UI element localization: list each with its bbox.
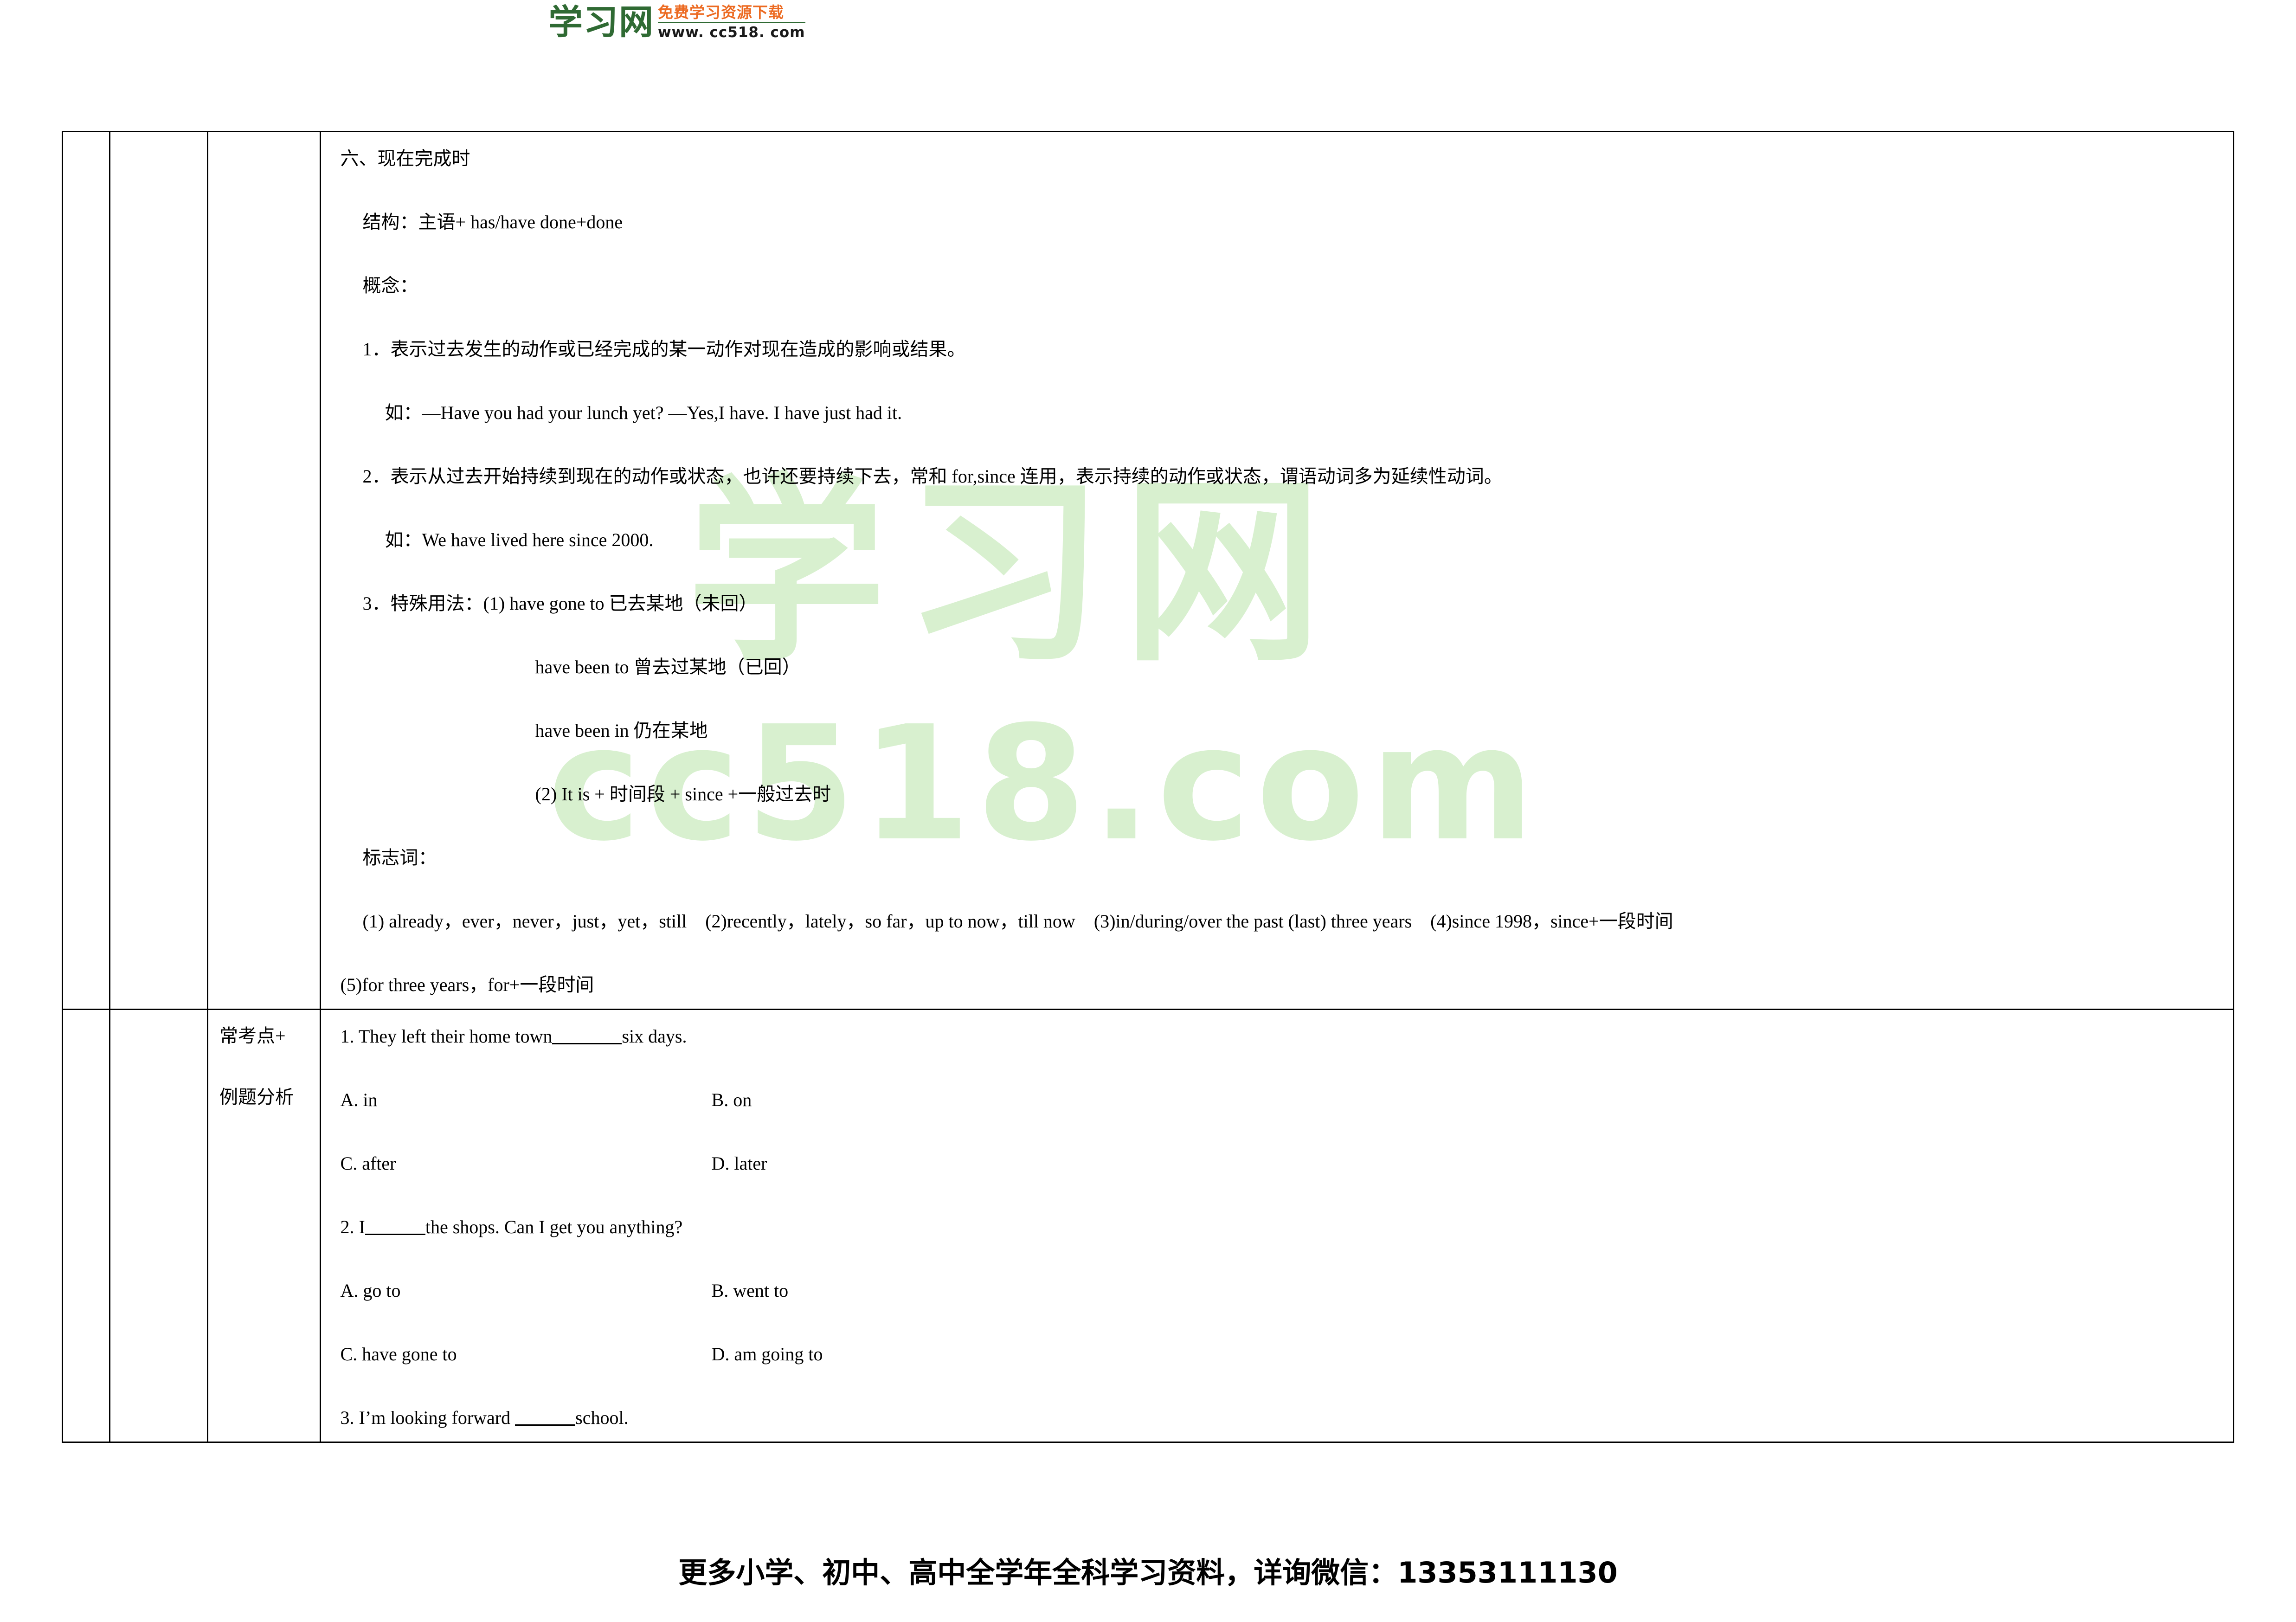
question-1-options-row-1: A. in B. on (341, 1089, 2219, 1111)
table-cell-column-c (206, 131, 321, 1010)
concept-point-2: 2．表示从过去开始持续到现在的动作或状态，也许还要持续下去，常和 for,sin… (362, 466, 1503, 487)
exam-label-line-1: 常考点+ (219, 1025, 286, 1046)
exam-label-body: 常考点+ 例题分析 (208, 1010, 320, 1120)
content-table: 六、现在完成时 结构：主语+ has/have done+done 概念： 1．… (61, 131, 2235, 1443)
table-cell-column-a (61, 131, 111, 1010)
question-1-option-a[interactable]: A. in (341, 1089, 712, 1111)
concept-example-2: 如：We have lived here since 2000. (385, 529, 654, 550)
table-cell-column-a (61, 1009, 111, 1443)
section-heading: 六、现在完成时 (340, 148, 470, 169)
logo-website-url: www. cc518. com (658, 24, 805, 41)
exercises-body: 1. They left their home town six days. A.… (321, 1010, 2233, 1442)
question-3-stem-after: school. (575, 1407, 629, 1428)
question-2-option-c[interactable]: C. have gone to (341, 1344, 712, 1365)
logo-tagline: 免费学习资源下载 (658, 3, 784, 21)
logo-text-block: 免费学习资源下载 www. cc518. com (658, 4, 805, 41)
question-2-options-row-2: C. have gone to D. am going to (341, 1344, 2219, 1365)
table-row: 六、现在完成时 结构：主语+ has/have done+done 概念： 1．… (61, 131, 2235, 1010)
question-1-stem: 1. They left their home town six days. (341, 1026, 2219, 1047)
page-footer: 更多小学、初中、高中全学年全科学习资料，详询微信：13353111130 (678, 1556, 1618, 1590)
concept-label: 概念： (362, 275, 418, 296)
table-cell-column-b (109, 131, 208, 1010)
special-usage-been-in: have been in 仍在某地 (535, 720, 708, 741)
question-2-option-d[interactable]: D. am going to (712, 1344, 1083, 1365)
special-usage-been-to: have been to 曾去过某地（已回） (535, 657, 801, 677)
signal-words-label: 标志词： (362, 847, 437, 868)
question-1-option-b[interactable]: B. on (712, 1089, 1083, 1111)
question-2-stem-before: 2. I (340, 1216, 365, 1237)
question-3-blank (515, 1424, 576, 1426)
question-1-options-row-2: C. after D. later (341, 1153, 2219, 1174)
question-1-stem-before: 1. They left their home town (340, 1026, 553, 1047)
question-2-option-b[interactable]: B. went to (712, 1280, 1083, 1301)
table-cell-column-b (109, 1009, 208, 1443)
question-3-stem: 3. I’m looking forward school. (341, 1407, 2219, 1429)
grammar-notes-body: 六、现在完成时 结构：主语+ has/have done+done 概念： 1．… (321, 132, 2233, 1009)
question-2-stem-after: the shops. Can I get you anything? (425, 1216, 683, 1237)
question-2-stem: 2. I the shops. Can I get you anything? (341, 1216, 2219, 1238)
table-row: 常考点+ 例题分析 1. They left their home town si… (61, 1009, 2235, 1443)
question-1-option-c[interactable]: C. after (341, 1153, 712, 1174)
logo-chinese-text: 学习网 (548, 2, 654, 42)
concept-example-1: 如：—Have you had your lunch yet? —Yes,I h… (385, 402, 902, 423)
concept-point-1: 1．表示过去发生的动作或已经完成的某一动作对现在造成的影响或结果。 (362, 339, 966, 360)
signal-words-line-2: (5)for three years，for+一段时间 (340, 974, 594, 995)
signal-words-line-1: (1) already，ever，never，just，yet，still (2… (362, 911, 1673, 932)
question-1-blank (552, 1043, 622, 1044)
special-usage-it-is-since: (2) It is + 时间段 + since +一般过去时 (535, 784, 831, 805)
question-2-option-a[interactable]: A. go to (341, 1280, 712, 1301)
table-cell-exam-label: 常考点+ 例题分析 (206, 1009, 321, 1443)
question-3-stem-before: 3. I’m looking forward (340, 1407, 515, 1428)
question-2-blank (365, 1234, 425, 1235)
logo-divider (658, 22, 805, 23)
concept-point-3: 3．特殊用法：(1) have gone to 已去某地（未回） (362, 593, 758, 614)
page-header: 学习网 免费学习资源下载 www. cc518. com (0, 0, 2296, 70)
structure-line: 结构：主语+ has/have done+done (362, 212, 623, 232)
question-1-option-d[interactable]: D. later (712, 1153, 1083, 1174)
site-logo: 学习网 免费学习资源下载 www. cc518. com (548, 4, 805, 41)
question-1-stem-after: six days. (622, 1026, 687, 1047)
exam-label-line-2: 例题分析 (219, 1087, 294, 1107)
question-2-options-row-1: A. go to B. went to (341, 1280, 2219, 1301)
table-cell-grammar-notes: 六、现在完成时 结构：主语+ has/have done+done 概念： 1．… (319, 131, 2235, 1010)
table-cell-exercises: 1. They left their home town six days. A.… (319, 1009, 2235, 1443)
